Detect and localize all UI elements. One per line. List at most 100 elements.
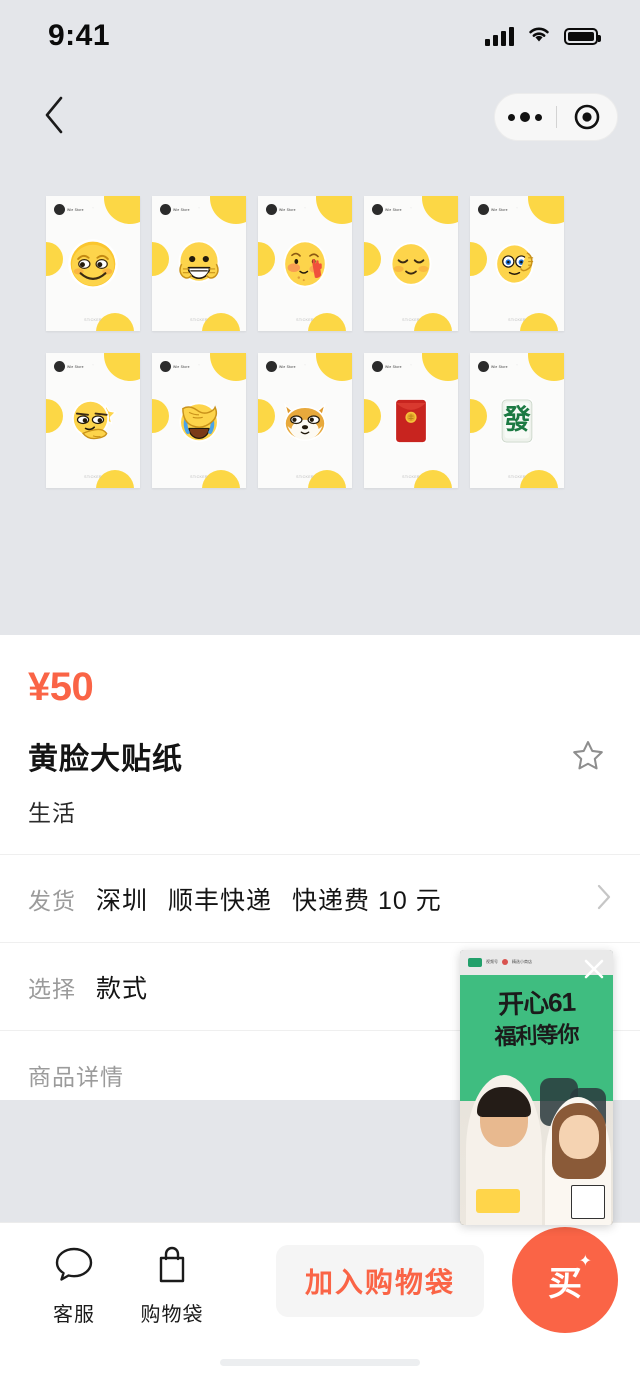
brand-logo: Wie Store — [54, 204, 84, 215]
card-caption: STICKER — [84, 475, 102, 479]
wechat-capsule-bar[interactable] — [494, 93, 618, 141]
brand-logo: Wie Store — [54, 361, 84, 372]
sticker-card[interactable]: Wie Store ◦ STICKER — [258, 353, 352, 488]
status-icon-group — [485, 24, 601, 48]
battery-icon — [564, 27, 601, 45]
product-category: 生活 — [28, 800, 76, 826]
shipping-cells: 发货 深圳 顺丰快递 快递费 10 元 — [28, 881, 442, 917]
closed-eyes-smile-sticker — [364, 196, 458, 331]
app-screen: 9:41 Wie Store ◦ STICKER Wie Store ◦ STI… — [0, 0, 640, 1382]
spec-cells: 选择 款式 — [28, 969, 148, 1005]
buy-label: 买 — [548, 1264, 582, 1303]
card-caption: STICKER — [84, 318, 102, 322]
cellular-signal-icon — [485, 26, 514, 46]
detail-label: 商品详情 — [28, 1063, 124, 1090]
sticker-card[interactable]: Wie Store ◦ STICKER — [152, 196, 246, 331]
card-caption: STICKER — [508, 318, 526, 322]
video-tee-graphic — [571, 1185, 605, 1219]
brand-logo: Wie Store — [478, 361, 508, 372]
spec-label: 选择 — [28, 975, 76, 1002]
floating-live-video[interactable]: 视频号 精选小商店 开心61 福利等你 — [460, 950, 613, 1225]
shiba-dog-sticker — [258, 353, 352, 488]
shopping-bag-label: 购物袋 — [140, 1304, 204, 1326]
sticker-card[interactable]: Wie Store ◦ STICKER — [46, 353, 140, 488]
video-banner-text: 开心61 福利等你 — [460, 983, 613, 1050]
video-banner-line2: 福利等你 — [494, 1021, 579, 1050]
brand-logo: Wie Store — [478, 204, 508, 215]
shipping-city: 深圳 — [96, 886, 149, 915]
shipping-fee: 快递费 10 元 — [292, 886, 442, 915]
bottom-action-bar: 客服 购物袋 加入购物袋 买 ✦ — [0, 1222, 640, 1382]
smirk-face-sticker — [46, 196, 140, 331]
nav-bar — [0, 72, 640, 162]
brand-logo: Wie Store — [160, 204, 190, 215]
customer-service-label: 客服 — [53, 1304, 95, 1326]
spec-value: 款式 — [96, 974, 149, 1003]
blush-slap-face-sticker — [258, 196, 352, 331]
video-brand-logo-icon — [468, 957, 482, 967]
sticker-card[interactable]: Wie Store ◦ STICKER — [258, 196, 352, 331]
hands-cheeks-grin-sticker — [152, 196, 246, 331]
card-caption: STICKER — [190, 318, 208, 322]
video-host-right — [545, 1097, 611, 1225]
video-brand-text: 视频号 — [486, 959, 498, 965]
favorite-button[interactable] — [564, 734, 612, 782]
facepalm-cry-sticker — [152, 353, 246, 488]
chat-bubble-icon — [53, 1245, 95, 1290]
sticker-card[interactable]: Wie Store ◦ STICKER — [152, 353, 246, 488]
card-caption: STICKER — [296, 475, 314, 479]
status-time: 9:41 — [48, 19, 111, 52]
mahjong-fa-tile-sticker: 發 — [470, 353, 564, 488]
wifi-icon — [526, 24, 552, 48]
more-dots-icon[interactable] — [495, 112, 556, 122]
card-caption: STICKER — [296, 318, 314, 322]
gallery-row: Wie Store ◦ STICKER Wie Store ◦ STICKER — [0, 353, 640, 488]
price-row: ¥50 — [0, 635, 640, 710]
card-caption: STICKER — [402, 475, 420, 479]
shopping-bag-icon — [153, 1245, 191, 1290]
back-button[interactable] — [30, 93, 78, 141]
card-caption: STICKER — [190, 475, 208, 479]
video-host-left — [466, 1075, 542, 1225]
brand-logo: Wie Store — [372, 204, 402, 215]
product-image-gallery[interactable]: Wie Store ◦ STICKER Wie Store ◦ STICKER — [0, 196, 640, 510]
sticker-card[interactable]: Wie Store ◦ STICKER — [470, 196, 564, 331]
star-outline-icon — [568, 737, 608, 780]
chevron-left-icon — [43, 95, 65, 140]
buy-now-button[interactable]: 买 ✦ — [512, 1227, 618, 1333]
card-caption: STICKER — [508, 475, 526, 479]
video-shop-text: 精选小商店 — [512, 959, 532, 965]
sticker-card[interactable]: Wie Store ◦ STICKER — [364, 353, 458, 488]
title-row: 黄脸大贴纸 — [0, 710, 640, 782]
close-x-icon[interactable] — [581, 956, 607, 982]
detail-cells: 商品详情 — [28, 1058, 124, 1092]
sticker-card[interactable]: Wie Store ◦ STICKER — [46, 196, 140, 331]
brand-logo: Wie Store — [266, 204, 296, 215]
gallery-row: Wie Store ◦ STICKER Wie Store ◦ STICKER — [0, 196, 640, 331]
brand-logo: Wie Store — [372, 361, 402, 372]
product-title: 黄脸大贴纸 — [28, 743, 183, 776]
target-circle-icon[interactable] — [557, 103, 618, 131]
shipping-carrier: 顺丰快递 — [168, 886, 273, 915]
svg-text:發: 發 — [502, 404, 531, 435]
sticker-card[interactable]: Wie Store ◦ 發 STICKER — [470, 353, 564, 488]
customer-service-button[interactable]: 客服 — [30, 1239, 118, 1327]
sticker-card[interactable]: Wie Store ◦ STICKER — [364, 196, 458, 331]
status-bar: 9:41 — [0, 0, 640, 72]
chevron-right-icon — [596, 883, 612, 915]
video-shop-icon — [502, 959, 508, 966]
shipping-row[interactable]: 发货 深圳 顺丰快递 快递费 10 元 — [0, 854, 640, 942]
shipping-label: 发货 — [28, 887, 76, 914]
brand-logo: Wie Store — [160, 361, 190, 372]
red-packet-sticker — [364, 353, 458, 488]
card-caption: STICKER — [402, 318, 420, 322]
brand-logo: Wie Store — [266, 361, 296, 372]
home-indicator — [220, 1359, 420, 1366]
video-tee-graphic — [476, 1189, 520, 1213]
smug-thinking-sticker — [46, 353, 140, 488]
thinking-hand-face-sticker — [470, 196, 564, 331]
product-price: ¥50 — [28, 665, 94, 709]
add-to-bag-button[interactable]: 加入购物袋 — [276, 1245, 484, 1317]
sparkle-icon: ✦ — [578, 1253, 592, 1270]
shopping-bag-button[interactable]: 购物袋 — [128, 1239, 216, 1327]
